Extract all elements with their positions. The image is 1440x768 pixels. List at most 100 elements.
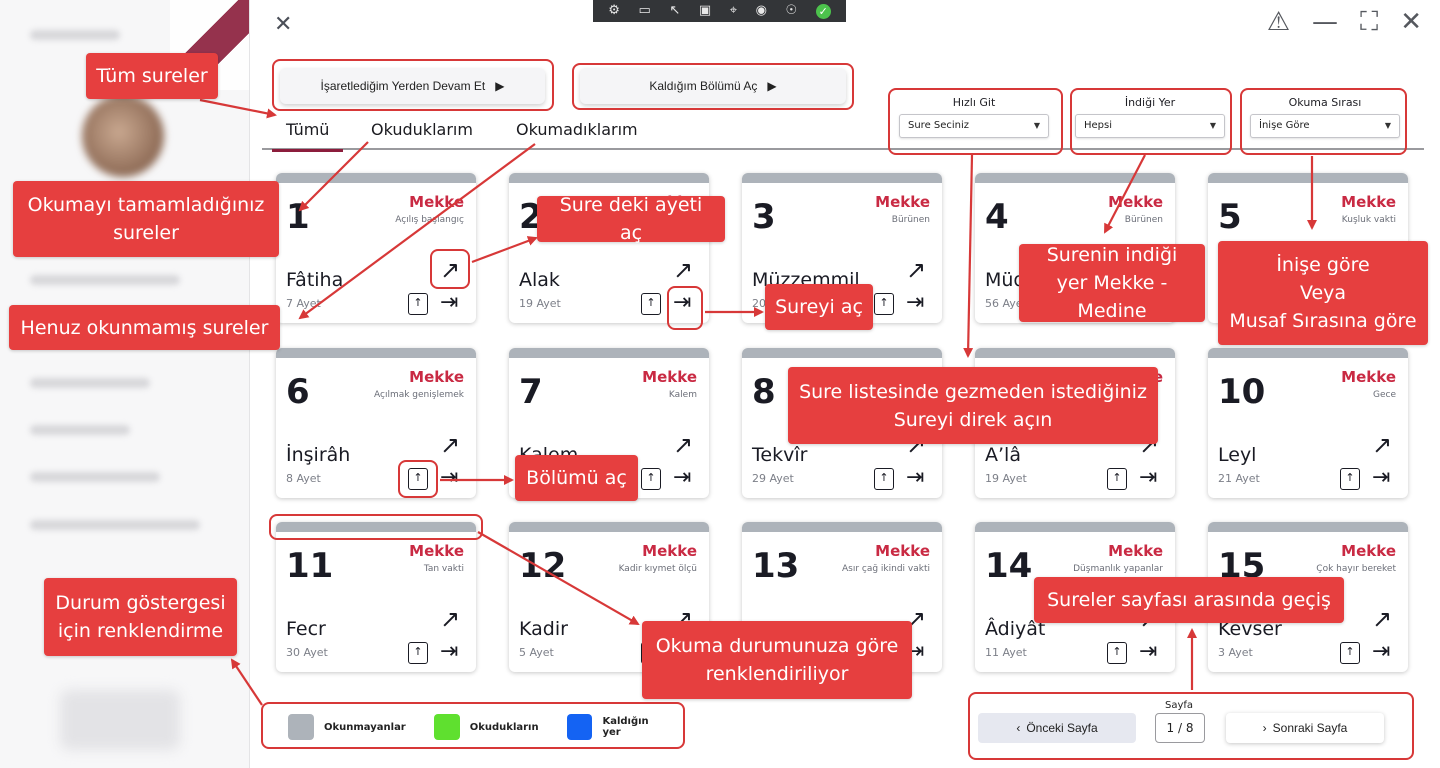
ayet-count: 7 Ayet: [286, 297, 321, 310]
surah-name: Tekvîr: [752, 444, 808, 466]
surah-meaning: Tan vakti: [423, 564, 464, 574]
sidebar-blur-item: [30, 472, 160, 482]
open-ayet-icon[interactable]: ↗: [673, 432, 693, 458]
annotation-outline: [572, 63, 854, 110]
avatar: [82, 95, 164, 177]
close-icon[interactable]: ✕: [1400, 6, 1422, 38]
surah-name: Fecr: [286, 618, 326, 640]
surah-meaning: Açılış başlangıç: [395, 215, 464, 225]
ayet-count: 19 Ayet: [519, 297, 561, 310]
status-strip: [509, 348, 709, 358]
callout-quick-open: Sure listesinde gezmeden istediğiniz Sur…: [788, 367, 1158, 444]
open-surah-icon[interactable]: ⇥: [1372, 466, 1390, 490]
status-strip: [1208, 173, 1408, 183]
callout-revelation-place: Surenin indiği yer Mekke - Medine: [1019, 244, 1205, 322]
revelation-place: Mekke: [1108, 193, 1163, 211]
callout-colored-by-status: Okuma durumunuza göre renklendiriliyor: [642, 621, 912, 699]
check-icon[interactable]: ✓: [815, 3, 831, 19]
ayet-count: 29 Ayet: [752, 472, 794, 485]
surah-number: 14: [985, 546, 1033, 586]
open-surah-icon[interactable]: ⇥: [1372, 640, 1390, 664]
tab-read[interactable]: Okuduklarım: [371, 120, 473, 139]
window-controls: ⚠ — ⛶ ✕: [1267, 6, 1422, 38]
callout-reading-order-line: Veya: [1299, 282, 1347, 304]
surah-name: A’lâ: [985, 444, 1021, 466]
open-ayet-icon[interactable]: ↗: [440, 432, 460, 458]
cursor-icon[interactable]: ↖: [669, 0, 680, 22]
open-ayet-icon[interactable]: ↗: [906, 257, 926, 283]
surah-number: 13: [752, 546, 800, 586]
open-surah-icon[interactable]: ⇥: [1139, 466, 1157, 490]
settings-icon[interactable]: ⚙: [608, 0, 620, 22]
callout-status-color: Durum göstergesi için renklendirme: [44, 578, 237, 656]
open-surah-icon[interactable]: ⇥: [440, 291, 458, 315]
surah-card[interactable]: 6 Mekke Açılmak genişlemek İnşirâh 8 Ayet ↗ ↑ ⇥: [276, 348, 476, 498]
open-section-icon[interactable]: ↑: [408, 293, 428, 315]
status-strip: [742, 348, 942, 358]
open-section-icon[interactable]: ↑: [1340, 642, 1360, 664]
sidebar-blur-footer: [60, 690, 180, 750]
audio-icon[interactable]: ◉: [756, 0, 767, 22]
surah-number: 12: [519, 546, 567, 586]
surah-card[interactable]: 10 Mekke Gece Leyl 21 Ayet ↗ ↑ ⇥: [1208, 348, 1408, 498]
surah-name: İnşirâh: [286, 444, 351, 466]
ayet-count: 30 Ayet: [286, 646, 328, 659]
surah-card[interactable]: 11 Mekke Tan vakti Fecr 30 Ayet ↗ ↑ ⇥: [276, 522, 476, 672]
status-strip: [742, 522, 942, 532]
revelation-place: Mekke: [1108, 542, 1163, 560]
revelation-place: Mekke: [875, 542, 930, 560]
surah-name: Kadir: [519, 618, 568, 640]
open-section-icon[interactable]: ↑: [874, 293, 894, 315]
status-strip: [742, 173, 942, 183]
open-surah-icon[interactable]: ⇥: [673, 466, 691, 490]
open-surah-icon[interactable]: ⇥: [440, 466, 458, 490]
callout-reading-order-line: İnişe göre: [1276, 254, 1370, 276]
ayet-count: 21 Ayet: [1218, 472, 1260, 485]
surah-number: 8: [752, 372, 776, 412]
open-section-icon[interactable]: ↑: [408, 642, 428, 664]
open-section-icon[interactable]: ↑: [1340, 468, 1360, 490]
open-ayet-icon[interactable]: ↗: [673, 257, 693, 283]
open-ayet-icon[interactable]: ↗: [440, 606, 460, 632]
fullscreen-icon[interactable]: ⛶: [1360, 6, 1378, 38]
open-surah-icon[interactable]: ⇥: [906, 291, 924, 315]
camera-icon[interactable]: ▭: [639, 0, 651, 22]
callout-all-surahs: Tüm sureler: [86, 53, 218, 99]
annotation-outline: [398, 460, 438, 498]
warning-icon[interactable]: ⚠: [1267, 6, 1290, 38]
open-section-icon[interactable]: ↑: [641, 293, 661, 315]
x-logo-icon: ✕: [274, 12, 293, 37]
callout-open-section: Bölümü aç: [515, 455, 638, 501]
surah-meaning: Asır çağ ikindi vakti: [841, 564, 930, 574]
open-surah-icon[interactable]: ⇥: [906, 466, 924, 490]
open-section-icon[interactable]: ↑: [1107, 642, 1127, 664]
surah-name: Alak: [519, 269, 560, 291]
pointer-icon[interactable]: ⌖: [730, 0, 737, 22]
open-surah-icon[interactable]: ⇥: [440, 640, 458, 664]
frame-icon[interactable]: ▣: [699, 0, 711, 22]
open-surah-icon[interactable]: ⇥: [1139, 640, 1157, 664]
surah-card[interactable]: 1 Mekke Açılış başlangıç Fâtiha 7 Ayet ↗ ↑ ⇥: [276, 173, 476, 323]
surah-name: Fâtiha: [286, 269, 344, 291]
minimize-icon[interactable]: —: [1312, 6, 1338, 38]
sidebar-blur-item: [30, 275, 180, 285]
open-section-icon[interactable]: ↑: [874, 468, 894, 490]
open-section-icon[interactable]: ↑: [641, 468, 661, 490]
callout-open-surah: Sureyi aç: [765, 284, 873, 330]
accessibility-icon[interactable]: ☉: [785, 0, 797, 22]
open-ayet-icon[interactable]: ↗: [1372, 606, 1392, 632]
status-strip: [509, 522, 709, 532]
annotation-outline: [667, 286, 703, 330]
tab-unread[interactable]: Okumadıklarım: [516, 120, 638, 139]
annotation-outline: [272, 59, 554, 111]
annotation-outline: [968, 692, 1414, 760]
open-ayet-icon[interactable]: ↗: [1372, 432, 1392, 458]
callout-completed: Okumayı tamamladığınız sureler: [13, 181, 279, 257]
sidebar-blur-item: [30, 520, 200, 530]
annotation-outline: [1070, 88, 1232, 155]
open-section-icon[interactable]: ↑: [1107, 468, 1127, 490]
surah-meaning: Çok hayır bereket: [1316, 564, 1396, 574]
callout-page-nav: Sureler sayfası arasında geçiş: [1034, 577, 1344, 623]
tab-all[interactable]: Tümü: [271, 120, 345, 152]
ayet-count: 3 Ayet: [1218, 646, 1253, 659]
